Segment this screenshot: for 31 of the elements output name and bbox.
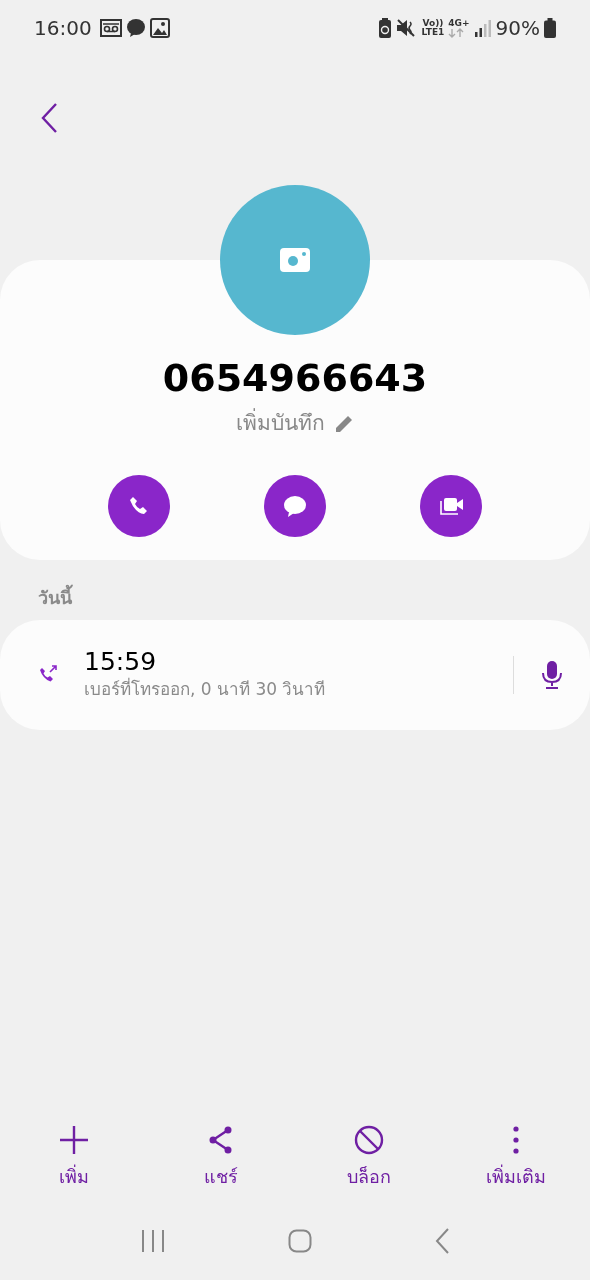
network-label: 4G+ — [448, 18, 470, 28]
share-button[interactable]: แชร์ — [161, 1125, 282, 1190]
back-icon[interactable] — [40, 102, 58, 134]
chat-bubble-icon — [125, 18, 146, 38]
more-button[interactable]: เพิ่มเติม — [456, 1125, 577, 1190]
plus-icon — [58, 1125, 89, 1155]
call-log-row[interactable]: 15:59 เบอร์ที่โทรออก, 0 นาที 30 วินาที — [0, 620, 590, 730]
more-icon — [513, 1125, 520, 1155]
battery-percent: 90% — [495, 15, 540, 42]
volte-label: Vo)) — [421, 19, 445, 28]
section-heading: วันนี้ — [0, 560, 590, 620]
image-icon — [149, 18, 170, 38]
call-detail: เบอร์ที่โทรออก, 0 นาที 30 วินาที — [84, 677, 327, 702]
status-time: 16:00 — [34, 15, 92, 42]
lte-label: LTE1 — [421, 28, 445, 37]
camera-icon — [280, 248, 310, 272]
call-time: 15:59 — [84, 647, 158, 677]
chat-bubble-icon — [282, 494, 308, 519]
microphone-icon[interactable] — [540, 660, 564, 690]
block-button[interactable]: บล็อก — [308, 1125, 429, 1190]
add-note-link[interactable]: เพิ่มบันทึก — [235, 407, 355, 440]
recent-apps-icon[interactable] — [141, 1229, 166, 1253]
phone-number: 0654966643 — [161, 355, 429, 400]
data-arrows-icon — [448, 27, 465, 38]
battery-saver-icon — [377, 17, 392, 39]
home-icon[interactable] — [288, 1229, 312, 1253]
battery-icon — [544, 18, 556, 38]
signal-icon — [473, 19, 492, 37]
voicemail-icon — [99, 19, 122, 37]
block-icon — [353, 1125, 384, 1155]
add-button[interactable]: เพิ่ม — [13, 1125, 134, 1190]
